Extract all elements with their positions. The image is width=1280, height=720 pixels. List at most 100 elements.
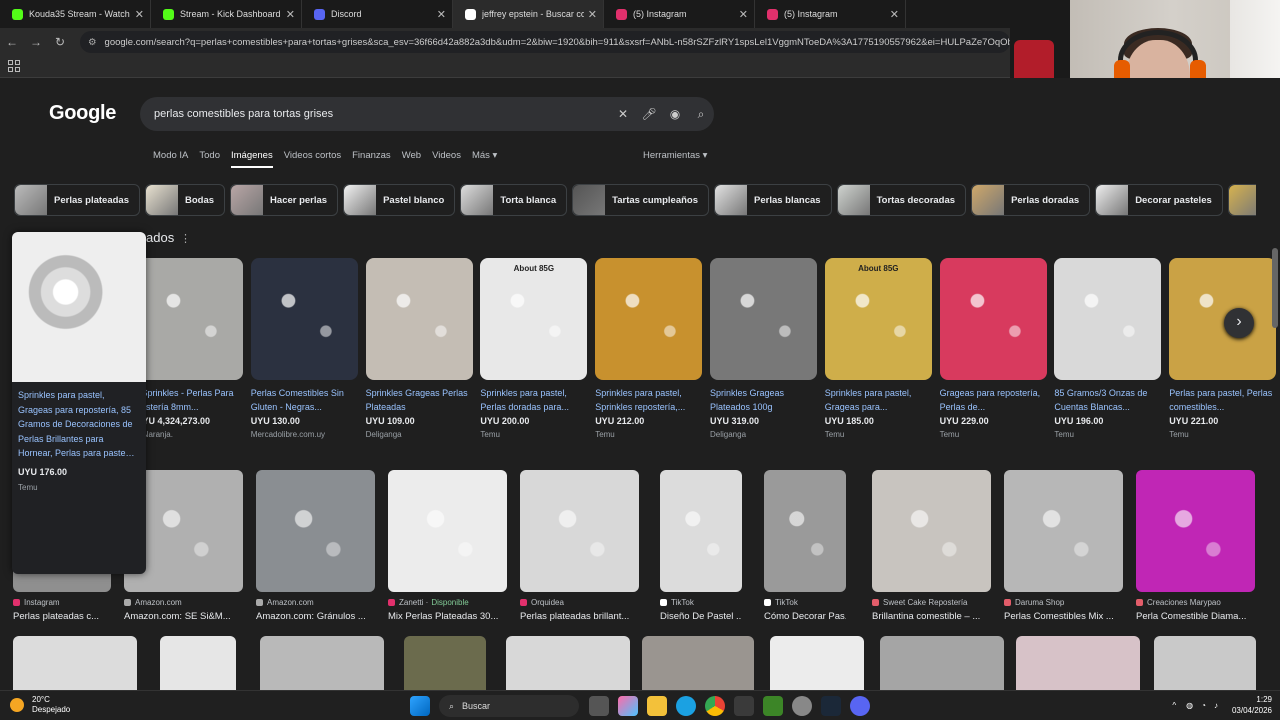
image-result[interactable]: Sweet Cake Repostería Brillantina comesti… — [872, 470, 991, 630]
result-source[interactable]: Amazon.com — [256, 598, 375, 607]
product-card[interactable]: - Sprinkles - Perlas Para postería 8mm..… — [136, 258, 243, 448]
result-source[interactable]: Creaciones Marypao — [1136, 598, 1255, 607]
refine-chip[interactable]: Perlas plateadas — [14, 184, 140, 216]
product-card[interactable]: Sprinkles para pastel, Sprinkles reposte… — [595, 258, 703, 448]
product-image[interactable] — [710, 258, 817, 380]
tab-close-icon[interactable]: ✕ — [437, 8, 446, 21]
microphone-icon[interactable]: 🎤︎ — [636, 107, 662, 121]
hover-product-card[interactable]: Sprinkles para pastel, Grageas para repo… — [12, 232, 146, 574]
refine-chip[interactable]: Decorar pasteles — [1095, 184, 1223, 216]
browser-tab[interactable]: Stream - Kick Dashboard ✕ — [151, 0, 302, 28]
result-source[interactable]: Amazon.com — [124, 598, 243, 607]
image-result[interactable] — [506, 636, 630, 696]
tools-button[interactable]: Herramientas ▾ — [643, 150, 707, 161]
product-card[interactable]: Grageas para repostería, Perlas de... UYU… — [939, 258, 1047, 448]
product-title[interactable]: Grageas para repostería, Perlas de... — [940, 386, 1047, 414]
product-card[interactable]: Perlas para pastel, Perlas comestibles..… — [1169, 258, 1277, 448]
search-tab[interactable]: Videos — [432, 150, 461, 168]
search-tab[interactable]: Web — [402, 150, 421, 168]
image-result[interactable] — [13, 636, 137, 696]
product-title[interactable]: Sprinkles para pastel, Grageas para... — [825, 386, 932, 414]
result-image[interactable] — [764, 470, 846, 592]
tab-close-icon[interactable]: ✕ — [135, 8, 144, 21]
product-image[interactable]: About 85G — [480, 258, 588, 380]
product-title[interactable]: - Sprinkles - Perlas Para postería 8mm..… — [136, 386, 243, 414]
product-title[interactable]: Perlas Comestibles Sin Gluten - Negras..… — [251, 386, 358, 414]
result-title[interactable]: Amazon.com: SE Si&M... — [124, 611, 243, 622]
product-card[interactable]: Sprinkles Grageas Perlas Plateadas UYU 10… — [365, 258, 473, 448]
product-card[interactable]: Perlas Comestibles Sin Gluten - Negras..… — [250, 258, 358, 448]
clear-icon[interactable]: ✕ — [610, 107, 636, 121]
tab-close-icon[interactable]: ✕ — [588, 8, 597, 21]
result-title[interactable]: Cómo Decorar Pas... — [764, 611, 846, 622]
result-title[interactable]: Brillantina comestible – ... — [872, 611, 991, 622]
volume-icon[interactable]: ♪ — [1214, 701, 1218, 710]
product-title[interactable]: Sprinkles Grageas Perlas Plateadas — [366, 386, 473, 414]
browser-tab[interactable]: jeffrey epstein - Buscar con G ✕ — [453, 0, 604, 28]
network-icon[interactable]: ◍ — [1186, 701, 1193, 710]
product-card[interactable]: About 85G Sprinkles para pastel, Grageas … — [824, 258, 932, 448]
result-image[interactable] — [520, 470, 639, 592]
site-info-icon[interactable]: ⚙ — [88, 37, 97, 48]
tab-close-icon[interactable]: ✕ — [286, 8, 295, 21]
reload-icon[interactable]: ↻ — [48, 35, 72, 49]
file-explorer-icon[interactable] — [647, 696, 667, 716]
result-title[interactable]: Diseño De Pastel ... — [660, 611, 742, 622]
result-title[interactable]: Perlas Comestibles Mix ... — [1004, 611, 1123, 622]
store-icon[interactable] — [734, 696, 754, 716]
apps-grid-icon[interactable] — [8, 60, 20, 72]
result-title[interactable]: Perlas plateadas c... — [13, 611, 111, 622]
product-title[interactable]: Sprinkles para pastel, Perlas doradas pa… — [480, 386, 587, 414]
image-result[interactable]: Amazon.com Amazon.com: Gránulos ... — [256, 470, 375, 630]
search-tab[interactable]: Más ▾ — [472, 150, 497, 168]
product-image[interactable] — [136, 258, 243, 380]
tray-chevron-icon[interactable]: ^ — [1172, 701, 1176, 710]
browser-tab[interactable]: (5) Instagram ✕ — [755, 0, 906, 28]
image-result[interactable] — [770, 636, 864, 696]
result-image[interactable] — [388, 470, 507, 592]
task-view-icon[interactable] — [589, 696, 609, 716]
image-result[interactable] — [404, 636, 486, 696]
product-card[interactable]: About 85G Sprinkles para pastel, Perlas d… — [480, 258, 588, 448]
carousel-next-icon[interactable]: › — [1224, 308, 1254, 338]
result-source[interactable]: TikTok — [764, 598, 846, 607]
product-image[interactable]: About 85G — [824, 258, 932, 380]
wifi-icon[interactable]: ◔ — [1201, 701, 1206, 710]
image-result[interactable] — [642, 636, 754, 696]
result-image[interactable] — [1004, 470, 1123, 592]
refine-chip[interactable]: Torta blanca — [460, 184, 568, 216]
refine-chip[interactable]: Perlas doradas — [971, 184, 1091, 216]
search-tab[interactable]: Finanzas — [352, 150, 391, 168]
product-image[interactable] — [939, 258, 1047, 380]
steam-icon[interactable] — [821, 696, 841, 716]
refine-chip[interactable]: Perlas blancas — [714, 184, 832, 216]
product-image[interactable] — [12, 232, 146, 382]
result-source[interactable]: Sweet Cake Repostería — [872, 598, 991, 607]
result-image[interactable] — [1136, 470, 1255, 592]
tab-close-icon[interactable]: ✕ — [739, 8, 748, 21]
product-card[interactable]: 85 Gramos/3 Onzas de Cuentas Blancas... U… — [1054, 258, 1162, 448]
windows-start-icon[interactable] — [410, 696, 430, 716]
product-image[interactable] — [365, 258, 473, 380]
search-tab[interactable]: Imágenes — [231, 150, 273, 168]
product-image[interactable] — [595, 258, 703, 380]
product-title[interactable]: Sprinkles para pastel, Grageas para repo… — [12, 382, 146, 467]
image-result[interactable]: TikTok Diseño De Pastel ... — [660, 470, 742, 630]
product-title[interactable]: Sprinkles para pastel, Sprinkles reposte… — [595, 386, 702, 414]
refine-chip[interactable]: Tartas cumpleaños — [572, 184, 710, 216]
search-tab[interactable]: Modo IA — [153, 150, 188, 168]
product-title[interactable]: Perlas para pastel, Perlas comestibles..… — [1169, 386, 1276, 414]
image-result[interactable] — [260, 636, 384, 696]
image-result[interactable] — [880, 636, 1004, 696]
more-options-icon[interactable]: ⋮ — [180, 232, 191, 245]
product-title[interactable]: Sprinkles Grageas Plateados 100g — [710, 386, 817, 414]
image-result[interactable]: Daruma Shop Perlas Comestibles Mix ... — [1004, 470, 1123, 630]
image-result[interactable]: Orquidea Perlas plateadas brillant... — [520, 470, 639, 630]
product-image[interactable] — [1054, 258, 1162, 380]
back-icon[interactable]: ← — [0, 35, 24, 49]
chrome-icon[interactable] — [705, 696, 725, 716]
result-title[interactable]: Mix Perlas Plateadas 30... — [388, 611, 507, 622]
refine-chip[interactable]: Pastel blanco — [343, 184, 456, 216]
search-query[interactable]: perlas comestibles para tortas grises — [154, 108, 610, 120]
result-image[interactable] — [256, 470, 375, 592]
